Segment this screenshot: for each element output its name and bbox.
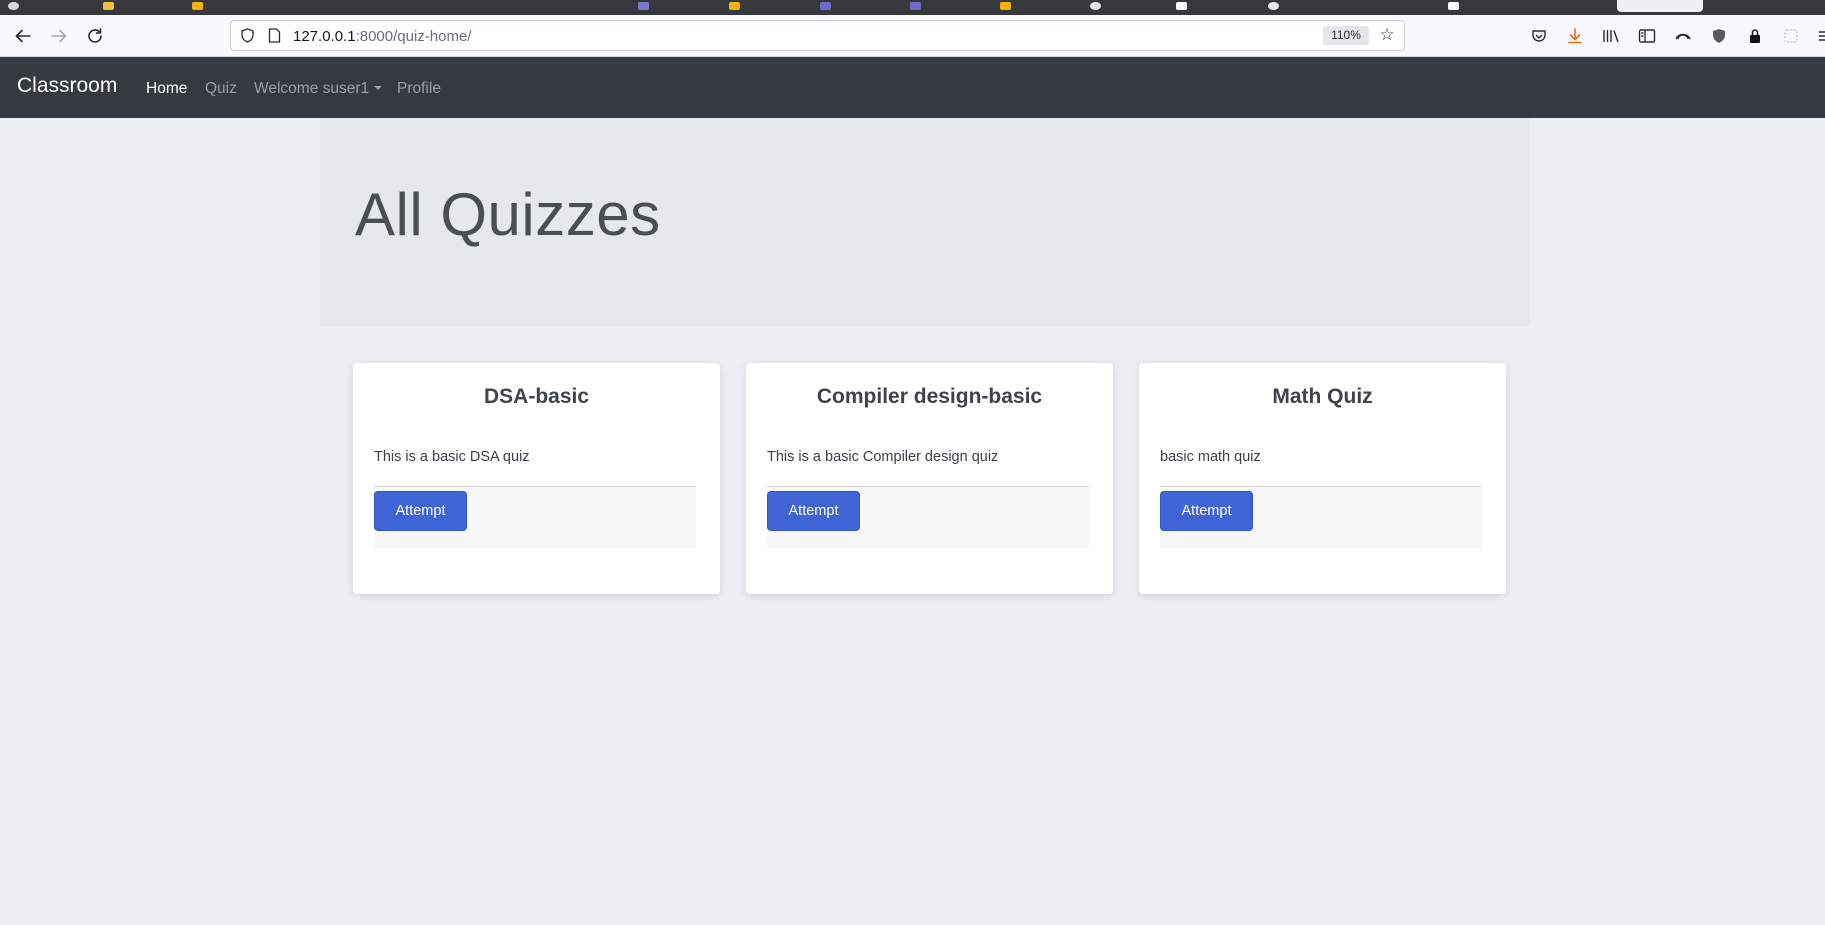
sidebar-icon[interactable] xyxy=(1635,24,1659,48)
nav-link-quiz[interactable]: Quiz xyxy=(205,80,237,98)
quiz-title: DSA-basic xyxy=(483,385,590,408)
reload-icon[interactable] xyxy=(83,24,107,48)
tab-favicon[interactable] xyxy=(638,2,649,10)
tab-favicon[interactable] xyxy=(820,2,831,10)
url-path: :8000/quiz-home/ xyxy=(355,28,472,45)
card-footer: Attempt xyxy=(374,486,696,548)
back-arrow-icon[interactable] xyxy=(11,24,35,48)
quiz-description: basic math quiz xyxy=(1160,449,1261,465)
quiz-description: This is a basic Compiler design quiz xyxy=(767,449,999,465)
page-title: All Quizzes xyxy=(355,181,661,248)
menu-icon[interactable] xyxy=(1812,24,1825,48)
card-footer: Attempt xyxy=(1160,486,1482,548)
browser-tab-strip xyxy=(0,0,1825,15)
brand-logo-link[interactable]: Classroom xyxy=(17,74,117,98)
url-host: 127.0.0.1 xyxy=(293,28,356,45)
caret-down-icon xyxy=(374,86,383,90)
tab-favicon[interactable] xyxy=(1090,2,1101,10)
tab-favicon[interactable] xyxy=(8,2,19,10)
attempt-button[interactable]: Attempt xyxy=(767,491,860,531)
shield-icon[interactable] xyxy=(240,28,255,43)
quiz-title: Compiler design-basic xyxy=(816,385,1043,408)
url-text[interactable]: 127.0.0.1:8000/quiz-home/ xyxy=(293,28,471,45)
quiz-description: This is a basic DSA quiz xyxy=(374,449,530,465)
quiz-title: Math Quiz xyxy=(1272,385,1373,408)
card-footer: Attempt xyxy=(767,486,1089,548)
tab-favicon[interactable] xyxy=(1268,2,1279,10)
quiz-card: DSA-basic This is a basic DSA quiz Attem… xyxy=(353,363,720,594)
browser-toolbar: 127.0.0.1:8000/quiz-home/ 110% ☆ xyxy=(0,15,1825,57)
tab-favicon[interactable] xyxy=(1176,2,1187,10)
nav-dropdown-label: Welcome suser1 xyxy=(254,80,370,97)
page-icon[interactable] xyxy=(268,28,281,43)
nav-dropdown-welcome[interactable]: Welcome suser1 xyxy=(254,80,383,98)
star-icon[interactable]: ☆ xyxy=(1377,25,1397,45)
extension-icon[interactable] xyxy=(1779,24,1803,48)
library-icon[interactable] xyxy=(1599,24,1623,48)
site-navbar: Classroom Home Quiz Welcome suser1 Profi… xyxy=(0,57,1825,118)
pocket-icon[interactable] xyxy=(1527,24,1551,48)
lock-extension-icon[interactable] xyxy=(1743,24,1767,48)
attempt-button[interactable]: Attempt xyxy=(374,491,467,531)
tab-favicon[interactable] xyxy=(910,2,921,10)
quiz-card: Compiler design-basic This is a basic Co… xyxy=(746,363,1113,594)
forward-arrow-icon[interactable] xyxy=(47,24,71,48)
tab-favicon[interactable] xyxy=(729,2,740,10)
zoom-level-badge[interactable]: 110% xyxy=(1323,26,1369,45)
tab-favicon[interactable] xyxy=(192,2,203,10)
tab-favicon[interactable] xyxy=(1000,2,1011,10)
shield-extension-icon[interactable] xyxy=(1707,24,1731,48)
active-tab[interactable] xyxy=(1617,0,1703,12)
tab-favicon[interactable] xyxy=(1448,2,1459,10)
page-header: All Quizzes xyxy=(320,118,1530,326)
quiz-card: Math Quiz basic math quiz Attempt xyxy=(1139,363,1506,594)
download-icon[interactable] xyxy=(1563,24,1587,48)
url-bar[interactable]: 127.0.0.1:8000/quiz-home/ 110% ☆ xyxy=(230,20,1405,51)
nav-link-profile[interactable]: Profile xyxy=(397,80,441,98)
attempt-button[interactable]: Attempt xyxy=(1160,491,1253,531)
tab-favicon[interactable] xyxy=(103,2,114,10)
sync-icon[interactable] xyxy=(1671,24,1695,48)
nav-link-home[interactable]: Home xyxy=(146,80,187,98)
